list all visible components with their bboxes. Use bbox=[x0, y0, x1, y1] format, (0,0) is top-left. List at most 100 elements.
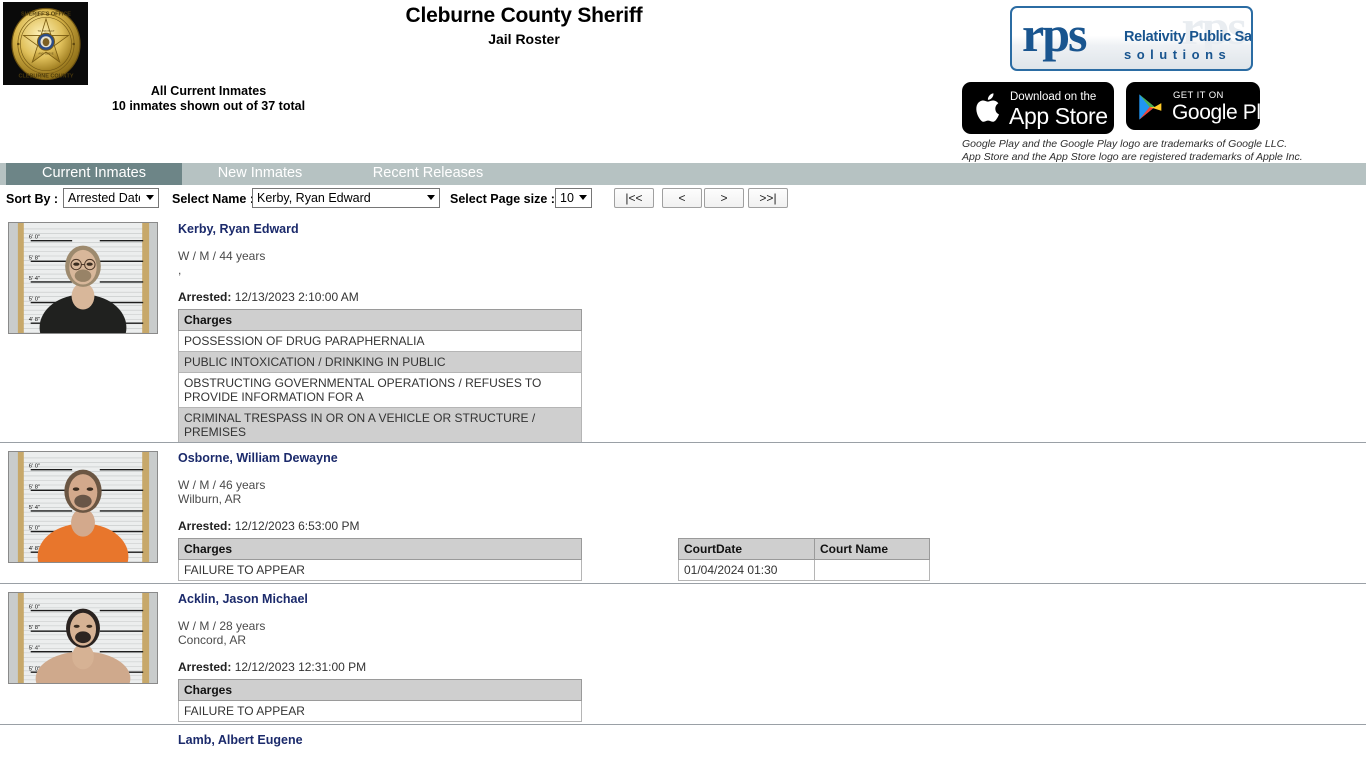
rps-tagline-secondary: solutions bbox=[1124, 47, 1232, 62]
arrested-label: Arrested: bbox=[178, 290, 232, 304]
first-page-button[interactable]: |<< bbox=[614, 188, 654, 208]
inmate-name-link[interactable]: Osborne, William Dewayne bbox=[178, 451, 1366, 466]
arrested-label: Arrested: bbox=[178, 660, 232, 674]
svg-text:5' 4": 5' 4" bbox=[29, 646, 40, 652]
page-size-select-wrap[interactable]: 10 bbox=[555, 188, 592, 208]
google-play-large-label: Google Play bbox=[1172, 101, 1260, 124]
inmate-record: 6' 0" 5' 8" 5' 4" 5' 0" 4' 8" Kerby, Ryan Ed… bbox=[0, 214, 1366, 443]
inmate-mugshot[interactable]: 6' 0"5' 8"5' 4"5' 0"4' 8" bbox=[8, 592, 158, 684]
inmate-mugshot[interactable]: 6' 0"5' 8"5' 4"5' 0"4' 8" bbox=[8, 451, 158, 563]
court-table: CourtDate Court Name 01/04/2024 01:30 bbox=[678, 538, 930, 581]
svg-text:5' 4": 5' 4" bbox=[29, 505, 40, 511]
charge-row: FAILURE TO APPEAR bbox=[178, 559, 582, 581]
tab-recent-releases[interactable]: Recent Releases bbox=[348, 163, 508, 185]
trademark-notice: Google Play and the Google Play logo are… bbox=[962, 138, 1362, 163]
inmate-record: 6' 0" 5' 8" 5' 4" 5' 0" 4' 8" Osborne, Willi… bbox=[0, 442, 1366, 583]
inmate-city: , bbox=[178, 263, 182, 277]
charges-table: Charges FAILURE TO APPEAR bbox=[178, 538, 582, 581]
charge-row: FAILURE TO APPEAR bbox=[178, 700, 582, 722]
inmate-tables: Charges FAILURE TO APPEAR bbox=[178, 679, 1366, 724]
inmate-info: Kerby, Ryan Edward W / M / 44 years , Ar… bbox=[178, 214, 1366, 443]
charge-row: CRIMINAL TRESPASS IN OR ON A VEHICLE OR … bbox=[178, 407, 582, 443]
arrested-label: Arrested: bbox=[178, 519, 232, 533]
court-date-header: CourtDate bbox=[678, 538, 815, 560]
page-header: SHERIFF'S OFFICE CLEBURNE COUNTY TO PROT… bbox=[0, 0, 1366, 163]
inmate-name-link[interactable]: Kerby, Ryan Edward bbox=[178, 222, 1366, 237]
sort-by-label: Sort By : bbox=[6, 192, 59, 206]
charge-cell: POSSESSION OF DRUG PARAPHERNALIA bbox=[178, 330, 582, 352]
inmate-demographics: W / M / 46 years bbox=[178, 478, 266, 492]
apple-logo-icon bbox=[976, 93, 999, 122]
court-name-cell bbox=[814, 559, 930, 581]
inmate-arrested: Arrested: 12/12/2023 12:31:00 PM bbox=[178, 660, 367, 674]
svg-text:6' 0": 6' 0" bbox=[29, 605, 40, 611]
roster-summary: All Current Inmates 10 inmates shown out… bbox=[56, 84, 361, 114]
svg-text:5' 0": 5' 0" bbox=[29, 526, 40, 532]
app-store-badge[interactable]: Download on the App Store bbox=[962, 82, 1114, 134]
tab-bar: Current Inmates New Inmates Recent Relea… bbox=[0, 163, 1366, 185]
select-name-select-wrap[interactable]: Kerby, Ryan Edward bbox=[252, 188, 440, 208]
svg-text:5' 8": 5' 8" bbox=[29, 484, 40, 490]
charge-cell: CRIMINAL TRESPASS IN OR ON A VEHICLE OR … bbox=[178, 407, 582, 443]
inmate-record: Lamb, Albert Eugene bbox=[0, 724, 1366, 759]
next-page-button[interactable]: > bbox=[704, 188, 744, 208]
svg-text:4' 8": 4' 8" bbox=[29, 317, 40, 323]
google-play-badge[interactable]: GET IT ON Google Play bbox=[1126, 82, 1260, 130]
tab-current-inmates[interactable]: Current Inmates bbox=[6, 163, 182, 185]
charge-cell: OBSTRUCTING GOVERNMENTAL OPERATIONS / RE… bbox=[178, 372, 582, 408]
svg-text:5' 8": 5' 8" bbox=[29, 625, 40, 631]
sort-by-select-wrap[interactable]: Arrested Date bbox=[63, 188, 159, 208]
last-page-button[interactable]: >>| bbox=[748, 188, 788, 208]
svg-text:6' 0": 6' 0" bbox=[29, 235, 40, 241]
court-row: 01/04/2024 01:30 bbox=[678, 559, 930, 581]
inmate-city: Concord, AR bbox=[178, 633, 247, 647]
sort-by-select[interactable]: Arrested Date bbox=[63, 188, 159, 208]
charge-cell: FAILURE TO APPEAR bbox=[178, 700, 582, 722]
inmate-arrested: Arrested: 12/13/2023 2:10:00 AM bbox=[178, 290, 359, 304]
rps-logo: rps rps Relativity Public Safety solutio… bbox=[1010, 6, 1253, 71]
court-date-cell: 01/04/2024 01:30 bbox=[678, 559, 815, 581]
inmate-name-link[interactable]: Lamb, Albert Eugene bbox=[178, 733, 1366, 748]
charges-table: Charges FAILURE TO APPEAR bbox=[178, 679, 582, 722]
charge-cell: PUBLIC INTOXICATION / DRINKING IN PUBLIC bbox=[178, 351, 582, 373]
charge-row: PUBLIC INTOXICATION / DRINKING IN PUBLIC bbox=[178, 351, 582, 373]
svg-text:5' 4": 5' 4" bbox=[29, 276, 40, 282]
svg-text:6' 0": 6' 0" bbox=[29, 464, 40, 470]
charges-header: Charges bbox=[178, 538, 582, 560]
trademark-line-1: Google Play and the Google Play logo are… bbox=[962, 138, 1288, 150]
google-play-triangle-icon bbox=[1139, 94, 1162, 120]
svg-text:AND SERVE: AND SERVE bbox=[38, 51, 54, 55]
inmate-roster-list: 6' 0" 5' 8" 5' 4" 5' 0" 4' 8" Kerby, Ryan Ed… bbox=[0, 214, 1366, 768]
rps-tagline-primary: Relativity Public Safety bbox=[1124, 29, 1252, 45]
page-title-block: Cleburne County Sheriff Jail Roster bbox=[0, 4, 1048, 48]
page-subtitle: Jail Roster bbox=[488, 31, 560, 47]
inmate-demographics: W / M / 44 years bbox=[178, 249, 266, 263]
charges-table: Charges POSSESSION OF DRUG PARAPHERNALIA… bbox=[178, 309, 582, 443]
trademark-line-2: App Store and the App Store logo are reg… bbox=[962, 150, 1303, 163]
inmate-info: Acklin, Jason Michael W / M / 28 years C… bbox=[178, 584, 1366, 724]
inmate-name-link[interactable]: Acklin, Jason Michael bbox=[178, 592, 1366, 607]
inmate-tables: Charges FAILURE TO APPEAR CourtDate Cour… bbox=[178, 538, 1366, 583]
inmate-demographics: W / M / 28 years bbox=[178, 619, 266, 633]
court-name-header: Court Name bbox=[814, 538, 930, 560]
roster-count-label: 10 inmates shown out of 37 total bbox=[111, 99, 306, 113]
roster-scope-label: All Current Inmates bbox=[150, 84, 267, 98]
tab-new-inmates[interactable]: New Inmates bbox=[190, 163, 330, 185]
page-size-select[interactable]: 10 bbox=[555, 188, 592, 208]
svg-text:5' 0": 5' 0" bbox=[29, 297, 40, 303]
inmate-arrested: Arrested: 12/12/2023 6:53:00 PM bbox=[178, 519, 360, 533]
rps-wordmark: rps bbox=[1022, 6, 1087, 62]
prev-page-button[interactable]: < bbox=[662, 188, 702, 208]
select-name-label: Select Name : bbox=[172, 192, 254, 206]
charges-header: Charges bbox=[178, 309, 582, 331]
inmate-mugshot[interactable]: 6' 0"5' 8"5' 4"5' 0"4' 8" bbox=[8, 222, 158, 334]
charges-header: Charges bbox=[178, 679, 582, 701]
inmate-record: 6' 0"5' 8"5' 4"5' 0"4' 8" Acklin, Jason … bbox=[0, 583, 1366, 724]
svg-text:CLEBURNE COUNTY: CLEBURNE COUNTY bbox=[18, 73, 73, 79]
select-name-select[interactable]: Kerby, Ryan Edward bbox=[252, 188, 440, 208]
charge-cell: FAILURE TO APPEAR bbox=[178, 559, 582, 581]
inmate-tables: Charges POSSESSION OF DRUG PARAPHERNALIA… bbox=[178, 309, 1366, 443]
page-size-label: Select Page size : bbox=[450, 192, 555, 206]
inmate-city: Wilburn, AR bbox=[178, 492, 242, 506]
app-store-large-label: App Store bbox=[1009, 103, 1108, 129]
